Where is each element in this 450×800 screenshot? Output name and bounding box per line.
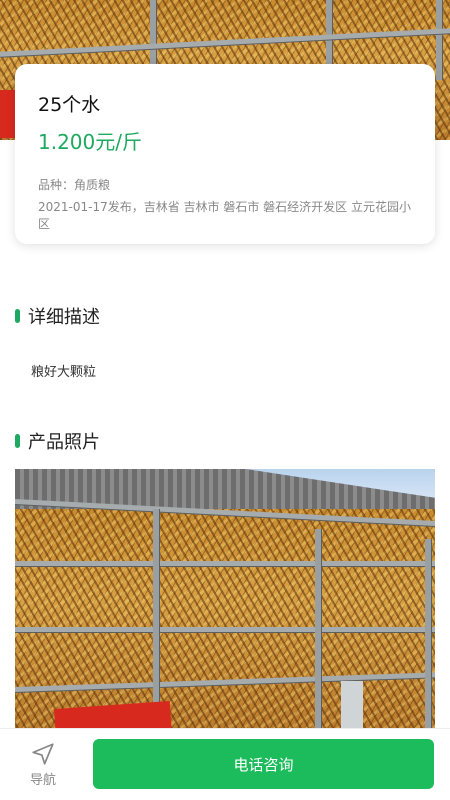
navigation-label: 导航: [29, 773, 56, 788]
description-heading: 详细描述: [28, 307, 100, 328]
section-marker: [15, 309, 20, 323]
product-publish-location: 2021-01-17发布，吉林省 吉林市 磐石市 磐石经济开发区 立元花园小区: [38, 200, 411, 231]
phone-consult-button[interactable]: 电话咨询: [93, 739, 434, 789]
photos-section-header: 产品照片: [15, 429, 100, 453]
product-variety: 品种：角质粮: [38, 178, 111, 192]
product-info-card: 25个水 1.200元/斤 品种：角质粮 2021-01-17发布，吉林省 吉林…: [15, 64, 435, 244]
product-title: 25个水: [38, 94, 101, 116]
navigation-button[interactable]: 导航: [20, 739, 66, 795]
navigation-arrow-icon: [32, 743, 54, 765]
photos-heading: 产品照片: [28, 432, 100, 453]
bottom-action-bar: 导航 电话咨询: [0, 728, 450, 800]
product-price: 1.200元/斤: [38, 130, 142, 154]
description-section-header: 详细描述: [15, 304, 100, 328]
description-text: 粮好大颗粒: [31, 365, 97, 380]
section-marker: [15, 434, 20, 448]
product-photo[interactable]: [15, 469, 435, 739]
